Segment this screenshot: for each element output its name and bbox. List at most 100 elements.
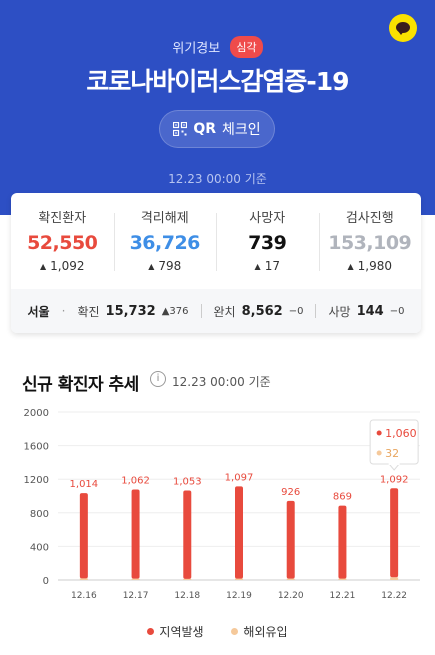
bar-total-label: 1,097 [225,472,254,483]
update-timestamp: 12.23 00:00 기준 [168,172,267,186]
bar-local [79,493,88,579]
stat-value: 52,550 [27,232,98,254]
stat-change: ▲ 798 [114,259,217,273]
stat-change-value: 1,092 [50,259,85,273]
bar-overseas [390,577,399,580]
regional-confirmed: 15,732 [105,303,156,319]
x-tick-label: 12.19 [226,591,252,601]
regional-released-change: −0 [288,305,304,317]
stat-change: ▲ 1,980 [319,259,422,273]
regional-deaths-change: −0 [389,305,405,317]
tooltip-swatch-overseas [376,450,382,456]
stat-change: ▲ 1,092 [11,259,114,273]
regional-deaths-label: 사망 [328,304,351,319]
stat-deaths: 사망자 739 ▲ 17 [216,207,319,279]
tooltip-local-value: 1,060 [385,427,417,440]
stat-change-value: 798 [158,259,182,273]
separator-dot: · [61,304,66,318]
chart-legend: 지역발생 해외유입 [0,623,435,640]
bar-overseas [338,578,347,580]
x-tick-label: 12.20 [278,591,304,601]
y-tick-label: 1200 [24,475,49,486]
stat-label: 확진환자 [38,211,87,226]
stat-testing: 검사진행 153,109 ▲ 1,980 [318,207,422,279]
legend-label: 지역발생 [159,625,204,639]
legend-item-overseas[interactable]: 해외유입 [231,623,288,640]
x-tick-label: 12.21 [330,591,356,601]
trend-title: 신규 확진자 추세 [22,375,139,395]
qr-checkin-button[interactable]: QR 체크인 [159,110,275,148]
divider [200,304,202,318]
bar-local [235,486,243,579]
y-tick-label: 800 [30,509,49,520]
regional-released: 8,562 [241,303,283,319]
bar-local [390,488,399,578]
bar-local [183,490,192,579]
bar-local [338,505,347,579]
new-cases-chart: 0 400 800 1200 1600 2000 1,014 12.16 1,062 12.17 1… [24,408,420,601]
stat-change: ▲ 17 [216,259,319,273]
stat-value: 36,726 [129,232,201,254]
increase-icon: ▲ [148,262,155,271]
info-icon[interactable]: i [150,371,166,387]
stat-released: 격리해제 36,726 ▲ 798 [113,207,217,279]
regional-deaths: 144 [356,303,384,319]
bar-total-label: 1,062 [121,475,150,486]
stats-row: 확진환자 52,550 ▲ 1,092 격리해제 36,726 ▲ 798 사망자 … [11,207,421,279]
qr-label: QR [193,121,217,137]
bar-overseas [79,578,88,580]
increase-icon: ▲ [347,262,354,271]
bar-total-label: 869 [333,492,352,503]
x-tick-label: 12.17 [123,591,149,601]
legend-swatch [147,628,155,635]
regional-confirmed-label: 확진 [77,304,100,319]
stat-value: 739 [248,232,287,254]
alert-level: 위기경보 심각 [0,36,435,58]
stat-change-value: 1,980 [357,259,392,273]
bar-overseas [183,578,192,580]
qr-code-icon [173,122,188,136]
hero-banner: 위기경보 심각 코로나바이러스감염증-19 QR 체크인 12.23 00:00… [0,0,435,215]
alert-label: 위기경보 [172,41,221,57]
page-title: 코로나바이러스감염증-19 [86,67,349,96]
stat-label: 격리해제 [140,211,189,226]
y-tick-label: 1600 [24,442,49,453]
y-tick-label: 400 [30,542,49,553]
region-name: 서울 [27,304,50,319]
stats-card: 확진환자 52,550 ▲ 1,092 격리해제 36,726 ▲ 798 사망자 … [11,193,421,333]
bar-total-label: 1,014 [70,479,99,490]
legend-label: 해외유입 [243,625,288,639]
x-tick-label: 12.18 [174,591,200,601]
bar-total-label: 1,053 [173,476,202,487]
tooltip-pointer-mask [388,463,400,465]
divider [315,304,317,318]
stat-confirmed: 확진환자 52,550 ▲ 1,092 [11,207,114,279]
bar-overseas [235,578,243,580]
x-tick-label: 12.16 [71,591,97,601]
alert-badge: 심각 [230,36,263,58]
stat-change-value: 17 [264,259,280,273]
tooltip-swatch-local [376,430,382,436]
legend-swatch [231,628,239,635]
bar-overseas [131,578,140,580]
bar-total-label: 1,092 [380,474,409,485]
bar-overseas [286,578,295,580]
tooltip-overseas-value: 32 [385,447,399,460]
x-tick-label: 12.22 [381,591,407,601]
regional-confirmed-change: ▲376 [161,305,189,317]
regional-summary[interactable]: 서울 · 확진 15,732 ▲376 완치 8,562 −0 사망 144 −… [11,289,421,333]
stat-label: 사망자 [249,211,286,226]
y-tick-label: 2000 [24,408,49,419]
increase-icon: ▲ [254,262,261,271]
trend-timestamp: 12.23 00:00 기준 [172,375,271,389]
checkin-label: 체크인 [222,122,261,138]
regional-released-label: 완치 [213,304,236,319]
increase-icon: ▲ [39,262,47,271]
bar-local [131,489,140,579]
bar-local [286,500,295,579]
y-tick-label: 0 [43,576,49,587]
legend-item-local[interactable]: 지역발생 [147,623,204,640]
bar-total-label: 926 [281,487,300,498]
stat-label: 검사진행 [345,211,394,226]
stat-value: 153,109 [328,232,412,254]
